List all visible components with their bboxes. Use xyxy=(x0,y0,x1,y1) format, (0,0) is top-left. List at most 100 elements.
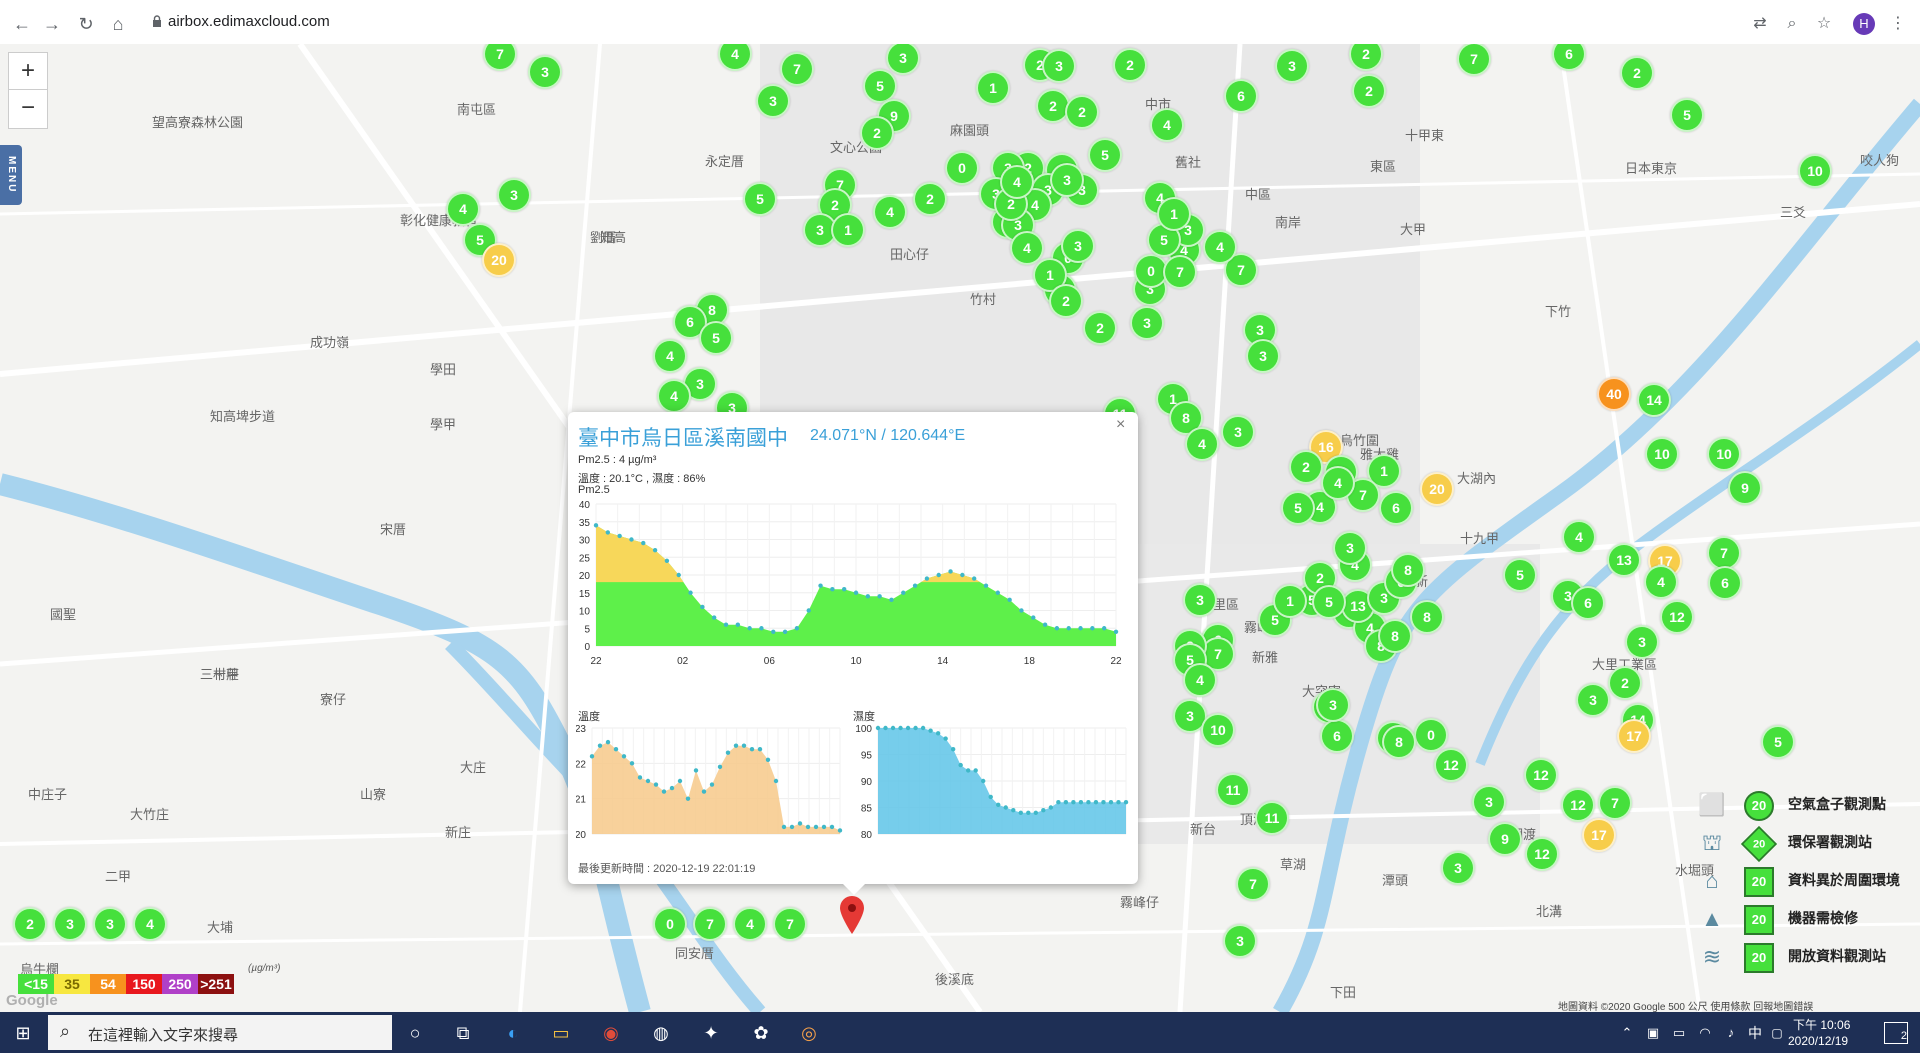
station-marker[interactable]: 3 xyxy=(1333,531,1367,565)
station-marker[interactable]: 5 xyxy=(1281,491,1315,525)
selected-location-pin[interactable] xyxy=(838,894,866,934)
station-marker[interactable]: 2 xyxy=(1352,74,1386,108)
station-marker[interactable]: 3 xyxy=(93,907,127,941)
back-icon[interactable]: ← xyxy=(8,12,36,36)
station-marker[interactable]: 3 xyxy=(1221,415,1255,449)
station-marker[interactable]: 2 xyxy=(1065,95,1099,129)
file-explorer-icon[interactable]: ▭ xyxy=(548,1020,574,1046)
station-marker[interactable]: 6 xyxy=(1708,566,1742,600)
station-marker[interactable]: 11 xyxy=(1255,801,1289,835)
station-marker[interactable]: 14 xyxy=(1637,383,1671,417)
station-marker[interactable]: 1 xyxy=(831,213,865,247)
station-marker[interactable]: 3 xyxy=(1042,49,1076,83)
wifi-icon[interactable]: ◠ xyxy=(1692,1020,1718,1046)
station-marker[interactable]: 4 xyxy=(1000,165,1034,199)
station-marker[interactable]: 5 xyxy=(1312,585,1346,619)
windows-start-icon[interactable]: ⊞ xyxy=(10,1020,36,1046)
zoom-icon[interactable]: ⌕ xyxy=(1780,12,1804,36)
station-marker[interactable]: 3 xyxy=(528,55,562,89)
station-marker[interactable]: 3 xyxy=(756,84,790,118)
tray-chevron-icon[interactable]: ⌃ xyxy=(1614,1020,1640,1046)
station-marker[interactable]: 3 xyxy=(497,178,531,212)
station-marker[interactable]: 3 xyxy=(1625,625,1659,659)
station-marker[interactable]: 3 xyxy=(1316,688,1350,722)
station-marker[interactable]: 2 xyxy=(1608,666,1642,700)
translate-icon[interactable]: ⇄ xyxy=(1748,12,1772,36)
chrome-icon[interactable]: ◉ xyxy=(598,1020,624,1046)
station-marker[interactable]: 5 xyxy=(1761,725,1795,759)
clock-date[interactable]: 2020/12/19 xyxy=(1788,1034,1848,1048)
battery-icon[interactable]: ▭ xyxy=(1666,1020,1692,1046)
ime-mode-icon[interactable]: ▢ xyxy=(1764,1020,1790,1046)
station-marker[interactable]: 6 xyxy=(1571,586,1605,620)
station-marker[interactable]: 4 xyxy=(133,907,167,941)
station-marker[interactable]: 3 xyxy=(1441,851,1475,885)
station-marker[interactable]: 5 xyxy=(743,182,777,216)
volume-icon[interactable]: ♪ xyxy=(1718,1020,1744,1046)
station-marker[interactable]: 3 xyxy=(1246,339,1280,373)
station-marker[interactable]: 4 xyxy=(1644,565,1678,599)
app-icon[interactable]: ✦ xyxy=(698,1020,724,1046)
zoom-in-button[interactable]: + xyxy=(8,52,48,92)
station-marker[interactable]: 17 xyxy=(1617,719,1651,753)
station-marker[interactable]: 0 xyxy=(945,151,979,185)
close-icon[interactable]: × xyxy=(1116,416,1125,434)
station-marker[interactable]: 0 xyxy=(653,907,687,941)
station-marker[interactable]: 3 xyxy=(1183,583,1217,617)
station-marker[interactable]: 8 xyxy=(1382,725,1416,759)
cortana-icon[interactable]: ○ xyxy=(402,1020,428,1046)
station-marker[interactable]: 12 xyxy=(1561,788,1595,822)
station-marker[interactable]: 11 xyxy=(1216,773,1250,807)
station-marker[interactable]: 3 xyxy=(1576,683,1610,717)
station-marker[interactable]: 12 xyxy=(1524,758,1558,792)
station-marker[interactable]: 4 xyxy=(1321,466,1355,500)
station-marker[interactable]: 9 xyxy=(1728,471,1762,505)
menu-tab[interactable]: MENU xyxy=(0,145,22,205)
bookmark-star-icon[interactable]: ☆ xyxy=(1812,12,1836,36)
station-marker[interactable]: 7 xyxy=(1598,786,1632,820)
station-marker[interactable]: 4 xyxy=(1010,231,1044,265)
station-marker[interactable]: 10 xyxy=(1645,437,1679,471)
network-icon[interactable]: ▣ xyxy=(1640,1020,1666,1046)
station-marker[interactable]: 7 xyxy=(780,52,814,86)
app-icon[interactable]: ✿ xyxy=(748,1020,774,1046)
station-marker[interactable]: 4 xyxy=(1185,427,1219,461)
station-marker[interactable]: 4 xyxy=(1562,520,1596,554)
station-marker[interactable]: 4 xyxy=(446,192,480,226)
address-bar[interactable]: airbox.edimaxcloud.com xyxy=(168,13,330,30)
station-marker[interactable]: 10 xyxy=(1798,154,1832,188)
station-marker[interactable]: 20 xyxy=(482,243,516,277)
station-marker[interactable]: 4 xyxy=(657,379,691,413)
home-icon[interactable]: ⌂ xyxy=(104,12,132,36)
station-marker[interactable]: 5 xyxy=(1088,138,1122,172)
station-marker[interactable]: 3 xyxy=(53,907,87,941)
station-marker[interactable]: 1 xyxy=(1273,584,1307,618)
station-marker[interactable]: 8 xyxy=(1391,553,1425,587)
station-marker[interactable]: 2 xyxy=(1289,450,1323,484)
task-view-icon[interactable]: ⧉ xyxy=(450,1020,476,1046)
station-marker[interactable]: 9 xyxy=(1488,822,1522,856)
station-marker[interactable]: 2 xyxy=(913,182,947,216)
station-marker[interactable]: 3 xyxy=(1130,306,1164,340)
station-marker[interactable]: 4 xyxy=(653,339,687,373)
station-marker[interactable]: 5 xyxy=(1670,98,1704,132)
app-icon[interactable]: ◍ xyxy=(648,1020,674,1046)
edge-icon[interactable]: ◐ xyxy=(500,1020,526,1046)
station-marker[interactable]: 7 xyxy=(693,907,727,941)
blender-icon[interactable]: ◎ xyxy=(796,1020,822,1046)
forward-icon[interactable]: → xyxy=(38,12,66,36)
station-marker[interactable]: 10 xyxy=(1201,713,1235,747)
station-marker[interactable]: 3 xyxy=(1472,785,1506,819)
station-marker[interactable]: 10 xyxy=(1707,437,1741,471)
station-marker[interactable]: 12 xyxy=(1525,837,1559,871)
station-marker[interactable]: 1 xyxy=(1157,197,1191,231)
station-marker[interactable]: 4 xyxy=(733,907,767,941)
station-marker[interactable]: 2 xyxy=(860,116,894,150)
station-marker[interactable]: 20 xyxy=(1420,472,1454,506)
station-marker[interactable]: 2 xyxy=(1620,56,1654,90)
notification-center-icon[interactable]: 2 xyxy=(1884,1022,1908,1044)
station-marker[interactable]: 6 xyxy=(1224,79,1258,113)
station-marker[interactable]: 5 xyxy=(699,321,733,355)
reload-icon[interactable]: ↻ xyxy=(72,12,100,36)
map-attribution[interactable]: 地圖資料 ©2020 Google 500 公尺 使用條款 回報地圖錯誤 xyxy=(1558,998,1813,1013)
